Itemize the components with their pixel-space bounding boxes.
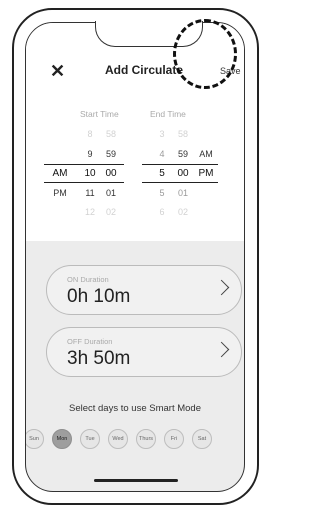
on-duration-card[interactable]: ON Duration 0h 10m (46, 265, 242, 315)
off-duration-label: OFF Duration (67, 337, 113, 346)
start-hour-option[interactable]: 8 (79, 129, 101, 139)
start-hour-option[interactable]: 9 (79, 149, 101, 159)
end-minute-option[interactable]: 01 (172, 188, 194, 198)
end-selection-line-bottom (142, 182, 218, 183)
save-highlight-circle (173, 19, 237, 89)
start-minute-option[interactable]: 01 (100, 188, 122, 198)
end-hour-option[interactable]: 3 (151, 129, 173, 139)
start-hour-option[interactable]: 12 (79, 207, 101, 217)
end-minute-option[interactable]: 02 (172, 207, 194, 217)
start-selection-line-bottom (44, 182, 124, 183)
chevron-right-icon (213, 279, 230, 296)
day-wed[interactable]: Wed (108, 429, 128, 449)
phone-screen: ✕ Add Circulate Save Start Time End Time… (25, 22, 245, 492)
start-time-label: Start Time (80, 109, 119, 119)
day-thurs[interactable]: Thurs (136, 429, 156, 449)
chevron-right-icon (213, 341, 230, 358)
end-hour-option[interactable]: 4 (151, 149, 173, 159)
start-hour-selected[interactable]: 10 (79, 168, 101, 179)
start-pm-option[interactable]: PM (47, 188, 73, 198)
day-tue[interactable]: Tue (80, 429, 100, 449)
end-minute-option[interactable]: 58 (172, 129, 194, 139)
end-hour-selected[interactable]: 5 (151, 168, 173, 179)
end-hour-option[interactable]: 6 (151, 207, 173, 217)
start-am-option[interactable]: AM (47, 168, 73, 179)
days-selector: Sun Mon Tue Wed Thurs Fri Sat (26, 429, 244, 451)
day-sun[interactable]: Sun (26, 429, 44, 449)
day-fri[interactable]: Fri (164, 429, 184, 449)
end-minute-selected[interactable]: 00 (172, 168, 194, 179)
start-minute-selected[interactable]: 00 (100, 168, 122, 179)
off-duration-value: 3h 50m (67, 348, 131, 369)
end-time-label: End Time (150, 109, 186, 119)
start-selection-line-top (44, 164, 124, 165)
end-pm-option[interactable]: PM (193, 168, 219, 179)
end-minute-option[interactable]: 59 (172, 149, 194, 159)
start-minute-option[interactable]: 58 (100, 129, 122, 139)
end-am-option[interactable]: AM (193, 149, 219, 159)
start-hour-option[interactable]: 11 (79, 188, 101, 198)
day-sat[interactable]: Sat (192, 429, 212, 449)
on-duration-value: 0h 10m (67, 286, 131, 307)
time-picker: Start Time End Time 8 9 10 11 12 58 59 0… (26, 89, 244, 241)
days-prompt: Select days to use Smart Mode (68, 403, 201, 414)
start-minute-option[interactable]: 59 (100, 149, 122, 159)
home-indicator (94, 479, 178, 482)
on-duration-label: ON Duration (67, 275, 109, 284)
day-mon[interactable]: Mon (52, 429, 72, 449)
close-icon[interactable]: ✕ (50, 62, 65, 80)
off-duration-card[interactable]: OFF Duration 3h 50m (46, 327, 242, 377)
end-hour-option[interactable]: 5 (151, 188, 173, 198)
end-selection-line-top (142, 164, 218, 165)
start-minute-option[interactable]: 02 (100, 207, 122, 217)
